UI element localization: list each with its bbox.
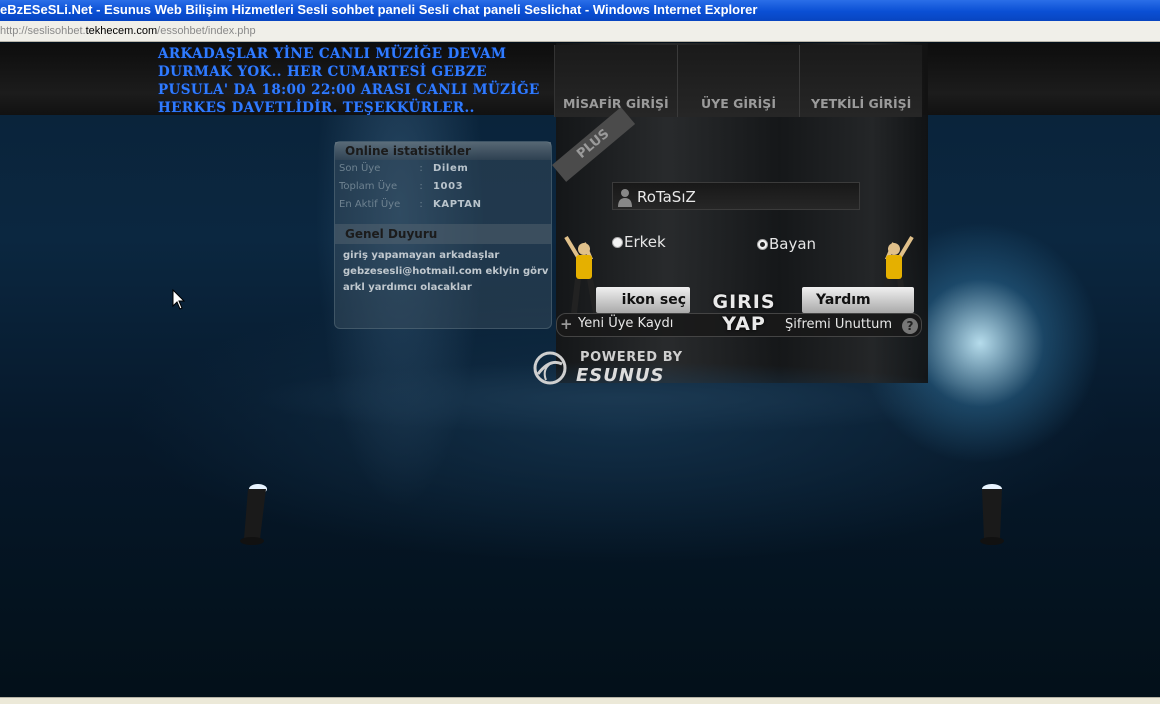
gender-female-radio[interactable]: Bayan [757, 235, 816, 253]
stat-label: Son Üye [339, 163, 381, 174]
user-icon [618, 189, 632, 207]
spotlight-icon [980, 484, 1004, 545]
nickname-input[interactable] [637, 186, 857, 208]
status-bar [0, 697, 1160, 704]
gender-male-label: Erkek [624, 233, 666, 251]
stat-row: En Aktif Üye : KAPTAN [335, 196, 551, 214]
notice-line: gebzesesli@hotmail.com eklyin görv [343, 266, 549, 277]
plus-icon: + [560, 315, 573, 333]
login-tabs: MİSAFİR GİRİŞİ ÜYE GİRİŞİ YETKİLİ GİRİŞİ [554, 45, 923, 117]
submit-line-1: GIRIS [712, 291, 776, 313]
stats-panel: Online istatistikler Son Üye : Dilem Top… [334, 141, 552, 329]
nickname-field[interactable] [612, 182, 860, 210]
tab-staff-login[interactable]: YETKİLİ GİRİŞİ [799, 45, 923, 117]
stat-label: Toplam Üye [339, 181, 398, 192]
stat-value: KAPTAN [433, 199, 482, 210]
brand-name: ESUNUS [576, 365, 665, 386]
stats-title: Online istatistikler [335, 142, 551, 160]
stat-row: Son Üye : Dilem [335, 160, 551, 178]
tab-member-login[interactable]: ÜYE GİRİŞİ [676, 45, 800, 117]
stat-separator: : [419, 181, 423, 192]
chat-landing-page: ARKADAŞLAR YİNE CANLI MÜZİĞE DEVAM DURMA… [0, 43, 1160, 697]
stat-separator: : [419, 199, 423, 210]
radio-dot [612, 236, 623, 248]
powered-by-text: POWERED BY [580, 350, 683, 365]
window-title: eBzESeSLi.Net - Esunus Web Bilişim Hizme… [0, 0, 1160, 21]
announcement-banner: ARKADAŞLAR YİNE CANLI MÜZİĞE DEVAM DURMA… [158, 46, 540, 116]
submit-line-2: YAP [722, 313, 766, 335]
radio-dot-selected [757, 238, 768, 250]
notice-line: arkl yardımcı olacaklar [343, 282, 472, 293]
stat-separator: : [419, 163, 423, 174]
mouse-cursor-icon [172, 289, 186, 310]
gender-male-radio[interactable]: Erkek [612, 233, 666, 251]
stat-value: Dilem [433, 163, 469, 174]
login-submit-button[interactable]: GIRIS YAP [708, 291, 780, 347]
spotlight-icon [240, 484, 267, 545]
stat-row: Toplam Üye : 1003 [335, 178, 551, 196]
globe-icon [533, 351, 567, 385]
gender-female-label: Bayan [769, 235, 817, 253]
address-host: tekhecem.com [85, 25, 158, 37]
register-link[interactable]: Yeni Üye Kaydı [578, 316, 673, 331]
forgot-password-link[interactable]: Şifremi Unuttum [785, 317, 892, 332]
help-button[interactable]: Yardım [802, 287, 914, 313]
address-prefix: http://seslisohbet. [0, 25, 86, 37]
notice-title: Genel Duyuru [335, 224, 551, 244]
stat-value: 1003 [433, 181, 464, 192]
tab-guest-login[interactable]: MİSAFİR GİRİŞİ [554, 45, 677, 117]
address-path: /essohbet/index.php [157, 25, 256, 37]
stat-label: En Aktif Üye [339, 199, 401, 210]
address-bar[interactable]: http://seslisohbet.tekhecem.com/essohbet… [0, 21, 1160, 42]
choose-icon-button[interactable]: ikon seç [596, 287, 690, 313]
help-question-icon[interactable]: ? [902, 318, 918, 334]
notice-line: giriş yapamayan arkadaşlar [343, 250, 500, 261]
powered-by-logo: POWERED BY ESUNUS [532, 348, 692, 388]
